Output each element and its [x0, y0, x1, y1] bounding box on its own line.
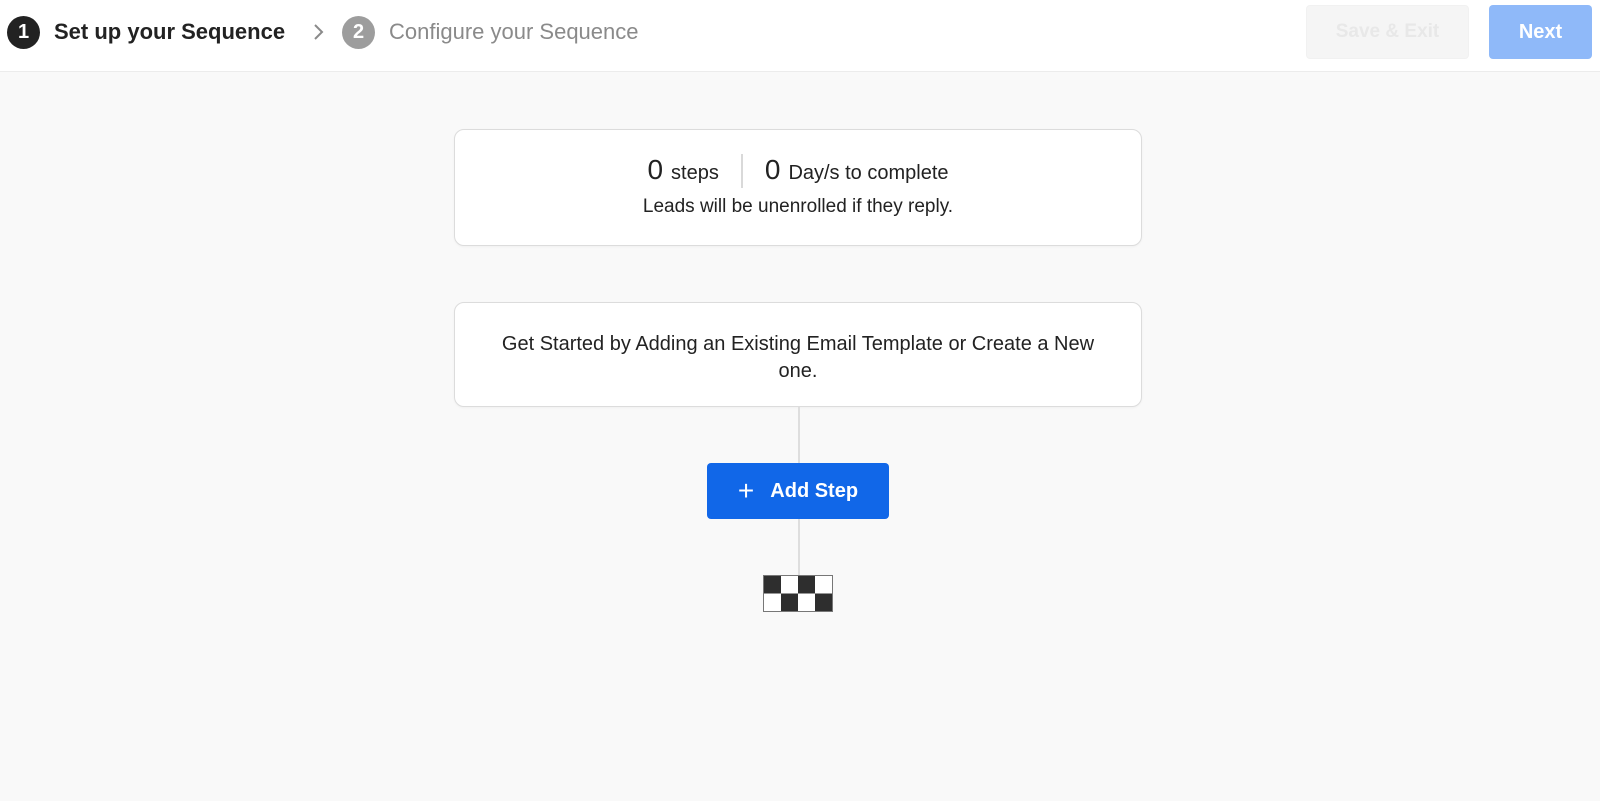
next-button[interactable]: Next [1489, 5, 1592, 59]
sequence-summary-card: 0 steps 0 Day/s to complete Leads will b… [454, 129, 1142, 246]
connector-line [798, 407, 800, 464]
step-number-badge: 2 [342, 15, 375, 49]
add-step-button[interactable]: + Add Step [707, 463, 889, 519]
empty-state-text: Get Started by Adding an Existing Email … [501, 333, 1095, 382]
chevron-right-icon [314, 24, 324, 40]
step-setup[interactable]: 1 Set up your Sequence [7, 15, 286, 49]
unenroll-note: Leads will be unenrolled if they reply. [642, 196, 954, 217]
empty-state-card: Get Started by Adding an Existing Email … [454, 302, 1142, 407]
days-count: 0 [764, 154, 781, 185]
steps-unit: steps [671, 162, 719, 184]
step-label: Set up your Sequence [54, 19, 286, 44]
checkered-flag-icon [763, 575, 833, 612]
summary-divider [740, 154, 743, 188]
plus-icon: + [737, 475, 755, 506]
top-bar: 1 Set up your Sequence 2 Configure your … [0, 0, 1600, 72]
save-exit-button[interactable]: Save & Exit [1306, 5, 1469, 59]
days-unit: Day/s to complete [788, 162, 949, 184]
step-number-badge: 1 [7, 15, 40, 49]
steps-count: 0 [647, 154, 664, 185]
summary-stats: 0 steps 0 Day/s to complete [455, 154, 1141, 188]
add-step-label: Add Step [770, 479, 859, 502]
step-configure[interactable]: 2 Configure your Sequence [342, 15, 639, 49]
step-label: Configure your Sequence [389, 19, 639, 44]
connector-line [798, 519, 800, 575]
